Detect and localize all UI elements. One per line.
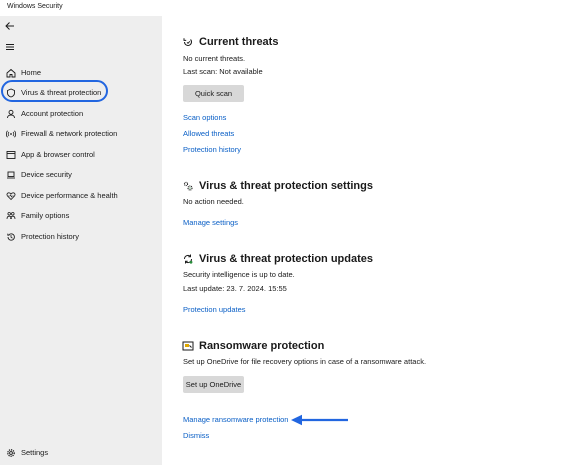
allowed-threats-link[interactable]: Allowed threats — [183, 129, 234, 138]
protection-settings-heading: Virus & threat protection settings — [182, 180, 373, 192]
dismiss-link[interactable]: Dismiss — [183, 431, 209, 440]
sidebar-item-account-protection[interactable]: Account protection — [2, 105, 158, 122]
manage-settings-link[interactable]: Manage settings — [183, 218, 238, 227]
sidebar: Home Virus & threat protection Account p… — [0, 16, 162, 465]
annotation-arrow-icon — [291, 414, 348, 426]
sidebar-item-virus-threat-protection[interactable]: Virus & threat protection — [1, 80, 158, 102]
windows-security-window: Windows Security Home Virus & threat pro… — [0, 0, 586, 465]
gear-icon — [4, 446, 18, 460]
sidebar-item-app-browser-control[interactable]: App & browser control — [2, 146, 158, 163]
sidebar-item-firewall[interactable]: Firewall & network protection — [2, 125, 158, 142]
ransomware-description: Set up OneDrive for file recovery option… — [183, 357, 427, 366]
current-threats-heading: Current threats — [182, 36, 278, 48]
scan-options-link[interactable]: Scan options — [183, 113, 226, 122]
sidebar-item-label: Account protection — [21, 109, 84, 118]
laptop-icon — [4, 168, 18, 182]
settings-status: No action needed. — [183, 197, 244, 206]
set-up-onedrive-button[interactable]: Set up OneDrive — [183, 376, 244, 393]
selection-highlight — [1, 80, 108, 102]
threats-status: No current threats. — [183, 54, 246, 63]
title-bar: Windows Security — [0, 0, 586, 16]
sidebar-item-label: Device performance & health — [21, 191, 118, 200]
sidebar-item-label: Family options — [21, 211, 70, 220]
manage-ransomware-protection-link[interactable]: Manage ransomware protection — [183, 415, 288, 424]
sidebar-item-label: App & browser control — [21, 150, 95, 159]
hamburger-menu-icon[interactable] — [4, 41, 16, 53]
sidebar-item-label: Home — [21, 68, 42, 77]
settings-gears-icon — [182, 180, 194, 192]
family-icon — [4, 209, 18, 223]
last-update-text: Last update: 23. 7. 2024. 15:55 — [183, 284, 287, 293]
protection-updates-heading: Virus & threat protection updates — [182, 253, 373, 265]
sidebar-item-label: Device security — [21, 170, 72, 179]
heart-icon — [4, 189, 18, 203]
refresh-shield-icon — [182, 36, 194, 48]
history-icon — [4, 230, 18, 244]
browser-window-icon — [4, 148, 18, 162]
wifi-icon — [4, 127, 18, 141]
main-content: Current threats No current threats. Last… — [162, 16, 586, 465]
sidebar-item-label: Protection history — [21, 232, 79, 241]
sidebar-item-label: Firewall & network protection — [21, 129, 118, 138]
ransomware-folder-icon — [182, 340, 194, 352]
sidebar-item-device-performance[interactable]: Device performance & health — [2, 187, 158, 204]
settings-label: Settings — [21, 448, 49, 457]
person-icon — [4, 107, 18, 121]
back-arrow-icon[interactable] — [4, 20, 16, 32]
sidebar-item-home[interactable]: Home — [2, 64, 158, 81]
quick-scan-button[interactable]: Quick scan — [183, 85, 244, 102]
sidebar-item-family-options[interactable]: Family options — [2, 207, 158, 224]
update-refresh-icon — [182, 253, 194, 265]
window-title: Windows Security — [7, 3, 63, 10]
ransomware-heading: Ransomware protection — [182, 340, 324, 352]
sidebar-item-device-security[interactable]: Device security — [2, 166, 158, 183]
home-icon — [4, 66, 18, 80]
intelligence-status: Security intelligence is up to date. — [183, 270, 295, 279]
protection-updates-link[interactable]: Protection updates — [183, 305, 246, 314]
protection-history-link[interactable]: Protection history — [183, 145, 241, 154]
last-scan-text: Last scan: Not available — [183, 67, 263, 76]
sidebar-item-protection-history[interactable]: Protection history — [2, 228, 158, 245]
sidebar-item-settings[interactable]: Settings — [2, 444, 158, 461]
